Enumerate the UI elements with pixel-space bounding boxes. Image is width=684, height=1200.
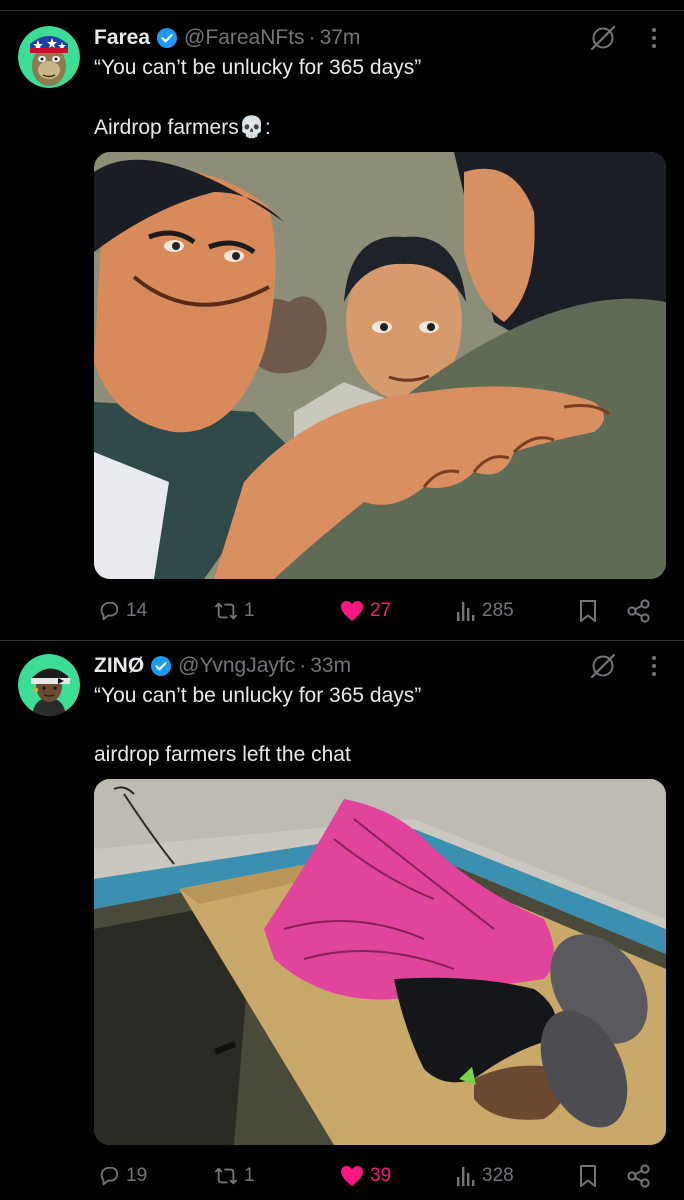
- grok-icon[interactable]: [589, 24, 617, 52]
- bookmark-icon[interactable]: [578, 1162, 598, 1190]
- retweet-count: 1: [244, 600, 255, 621]
- tweet-actions: 19 1 39 328: [94, 1162, 666, 1190]
- retweet-button[interactable]: 1: [214, 597, 255, 625]
- top-divider: [0, 10, 684, 11]
- tweet-divider: [0, 640, 684, 641]
- views-button[interactable]: 328: [456, 1162, 514, 1190]
- retweet-button[interactable]: 1: [214, 1162, 255, 1190]
- tweet-image[interactable]: [94, 152, 666, 579]
- verified-badge-icon: [150, 655, 172, 677]
- tweet-text-line: Airdrop farmers💀:: [94, 116, 271, 139]
- display-name[interactable]: ZINØ: [94, 654, 144, 678]
- view-count: 285: [482, 600, 514, 621]
- timestamp[interactable]: 33m: [310, 654, 351, 678]
- tweet-header: ZINØ @YvngJayfc · 33m: [94, 652, 351, 680]
- avatar[interactable]: [18, 654, 80, 716]
- views-icon: [456, 600, 476, 622]
- like-icon: [340, 1165, 364, 1187]
- user-handle[interactable]: @FareaNFts: [184, 26, 305, 50]
- reply-count: 14: [126, 600, 148, 621]
- retweet-count: 1: [244, 1165, 255, 1186]
- view-count: 328: [482, 1165, 514, 1186]
- reply-icon: [98, 600, 120, 622]
- share-icon[interactable]: [626, 597, 652, 625]
- reply-button[interactable]: 19: [98, 1162, 147, 1190]
- avatar[interactable]: [18, 26, 80, 88]
- more-icon[interactable]: [644, 24, 664, 52]
- like-count: 39: [370, 1165, 392, 1186]
- tweet-text-line: airdrop farmers left the chat: [94, 743, 351, 766]
- views-icon: [456, 1165, 476, 1187]
- retweet-icon: [214, 1165, 238, 1187]
- tweet[interactable]: Farea @FareaNFts · 37m “You can’t be unl…: [0, 24, 684, 634]
- share-icon[interactable]: [626, 1162, 652, 1190]
- tweet-header: Farea @FareaNFts · 37m: [94, 24, 360, 52]
- like-button[interactable]: 39: [340, 1162, 391, 1190]
- tweet-text-line: “You can’t be unlucky for 365 days”: [94, 56, 422, 79]
- tweet-text-line: “You can’t be unlucky for 365 days”: [94, 684, 422, 707]
- reply-count: 19: [126, 1165, 148, 1186]
- timestamp[interactable]: 37m: [320, 26, 361, 50]
- verified-badge-icon: [156, 27, 178, 49]
- more-icon[interactable]: [644, 652, 664, 680]
- retweet-icon: [214, 600, 238, 622]
- tweet[interactable]: ZINØ @YvngJayfc · 33m “You can’t be unlu…: [0, 652, 684, 1200]
- display-name[interactable]: Farea: [94, 26, 150, 50]
- bookmark-icon[interactable]: [578, 597, 598, 625]
- separator-dot: ·: [308, 26, 316, 49]
- grok-icon[interactable]: [589, 652, 617, 680]
- user-handle[interactable]: @YvngJayfc: [178, 654, 295, 678]
- tweet-actions: 14 1 27 285: [94, 597, 666, 625]
- reply-button[interactable]: 14: [98, 597, 147, 625]
- like-count: 27: [370, 600, 392, 621]
- like-icon: [340, 600, 364, 622]
- views-button[interactable]: 285: [456, 597, 514, 625]
- separator-dot: ·: [299, 654, 307, 677]
- tweet-image[interactable]: [94, 779, 666, 1145]
- like-button[interactable]: 27: [340, 597, 391, 625]
- reply-icon: [98, 1165, 120, 1187]
